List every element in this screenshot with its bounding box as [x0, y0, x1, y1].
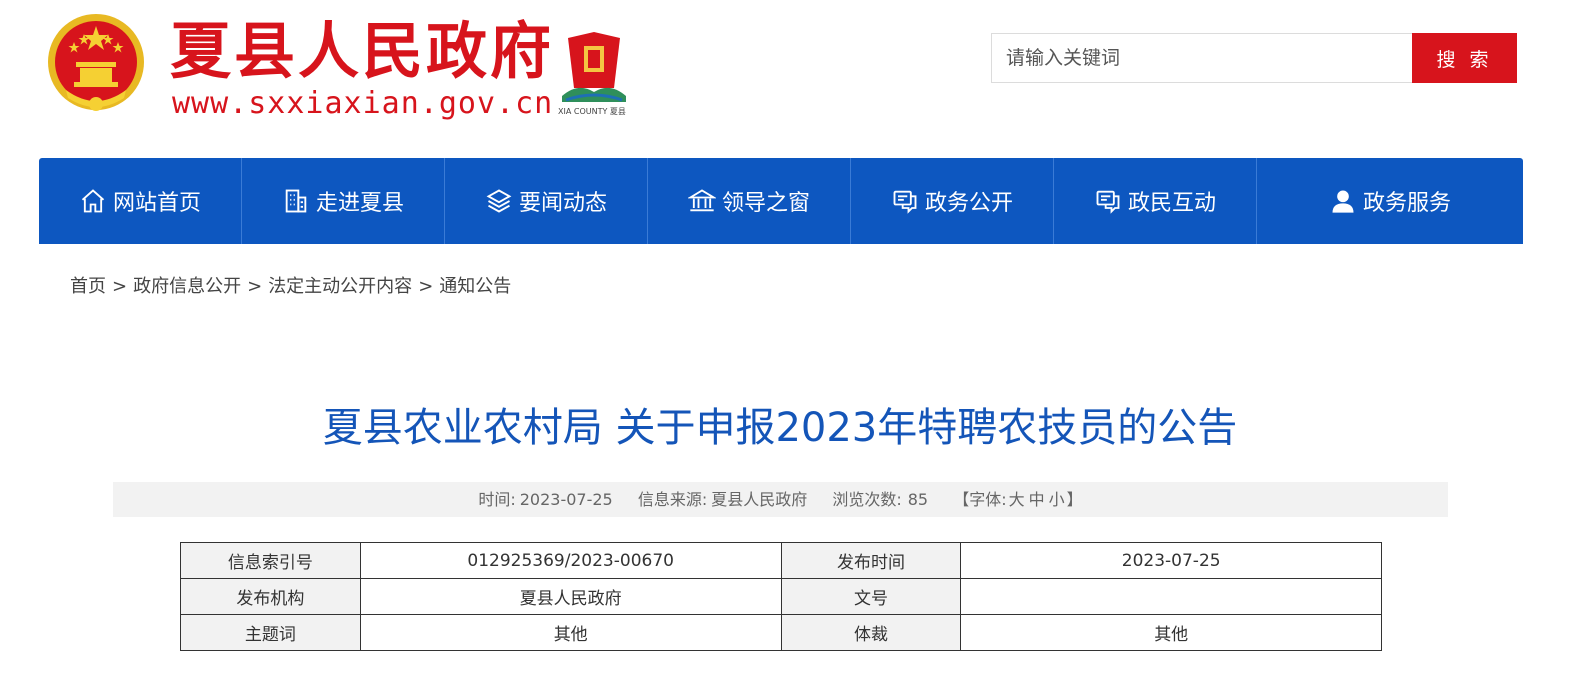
article-meta: 时间: 2023-07-25 信息来源: 夏县人民政府 浏览次数: 85 【字体: 大中…	[113, 482, 1448, 517]
info-source: 信息来源: 夏县人民政府	[637, 490, 808, 509]
building-icon	[285, 189, 307, 213]
table-row: 主题词 其他 体裁 其他	[180, 614, 1382, 651]
nav-item-label: 网站首页	[112, 191, 201, 216]
view-count: 浏览次数: 85	[832, 490, 929, 509]
font-large-link[interactable]: 大	[1009, 490, 1025, 509]
table-value: 夏县人民政府	[359, 578, 782, 615]
breadcrumb-separator: >	[247, 276, 263, 297]
site-url[interactable]: www.sxxiaxian.gov.cn	[172, 86, 553, 122]
nav-item-label: 要闻动态	[518, 191, 607, 216]
info-table: 信息索引号 012925369/2023-00670 发布时间 2023-07-…	[180, 542, 1382, 651]
nav-item-services[interactable]: 政务服务	[1257, 158, 1523, 244]
layers-icon	[486, 189, 512, 213]
table-label: 发布时间	[780, 542, 962, 579]
chat-icon	[1096, 190, 1120, 214]
nav-item-label: 政务公开	[924, 191, 1013, 216]
nav-item-label: 政民互动	[1127, 191, 1216, 216]
nav-item-leaders[interactable]: 领导之窗	[648, 158, 851, 244]
site-header: 夏县人民政府 www.sxxiaxian.gov.cn XIA COUNTY 夏…	[0, 0, 1585, 158]
county-logo-caption: XIA COUNTY 夏县	[558, 107, 626, 116]
government-building-icon	[687, 189, 716, 212]
nav-item-label: 政务服务	[1362, 191, 1451, 216]
user-icon	[1332, 190, 1354, 213]
nav-item-home[interactable]: 网站首页	[39, 158, 242, 244]
table-label: 信息索引号	[180, 542, 361, 579]
search-input[interactable]	[991, 33, 1413, 83]
breadcrumb-separator: >	[418, 276, 434, 297]
font-medium-link[interactable]: 中	[1029, 490, 1045, 509]
table-value: 其他	[359, 614, 782, 651]
nav-item-label: 领导之窗	[721, 191, 810, 216]
table-value	[960, 578, 1382, 615]
publish-time: 时间: 2023-07-25	[478, 490, 613, 509]
national-emblem-icon	[48, 14, 144, 111]
breadcrumb-statutory-content[interactable]: 法定主动公开内容	[268, 276, 412, 297]
breadcrumb-separator: >	[112, 276, 128, 297]
table-label: 体裁	[780, 614, 962, 651]
main-nav: 网站首页 走进夏县 要闻动态 领导之窗 政务公开 政民互动 政务服务	[39, 158, 1523, 244]
table-label: 主题词	[180, 614, 361, 651]
site-title[interactable]: 夏县人民政府	[170, 18, 554, 86]
table-label: 文号	[780, 578, 962, 615]
breadcrumb-notices[interactable]: 通知公告	[439, 276, 511, 297]
table-value: 其他	[960, 614, 1382, 651]
nav-item-gov-affairs[interactable]: 政务公开	[851, 158, 1054, 244]
breadcrumb: 首页 > 政府信息公开 > 法定主动公开内容 > 通知公告	[70, 272, 511, 298]
font-small-link[interactable]: 小	[1049, 490, 1065, 509]
breadcrumb-gov-info[interactable]: 政府信息公开	[133, 276, 241, 297]
nav-item-news[interactable]: 要闻动态	[445, 158, 648, 244]
table-row: 发布机构 夏县人民政府 文号	[180, 578, 1382, 615]
font-size-switcher: 【字体: 大中小】	[953, 490, 1083, 509]
nav-item-label: 走进夏县	[315, 191, 404, 216]
table-value: 2023-07-25	[960, 542, 1382, 579]
table-label: 发布机构	[180, 578, 361, 615]
chat-icon	[893, 190, 917, 214]
table-value: 012925369/2023-00670	[359, 542, 782, 579]
nav-item-about-county[interactable]: 走进夏县	[242, 158, 445, 244]
home-icon	[81, 189, 105, 213]
table-row: 信息索引号 012925369/2023-00670 发布时间 2023-07-…	[180, 542, 1382, 579]
breadcrumb-home[interactable]: 首页	[70, 276, 106, 297]
search-button[interactable]: 搜 索	[1412, 33, 1517, 83]
article-title: 夏县农业农村局 关于申报2023年特聘农技员的公告	[322, 405, 1238, 451]
nav-item-interaction[interactable]: 政民互动	[1054, 158, 1257, 244]
